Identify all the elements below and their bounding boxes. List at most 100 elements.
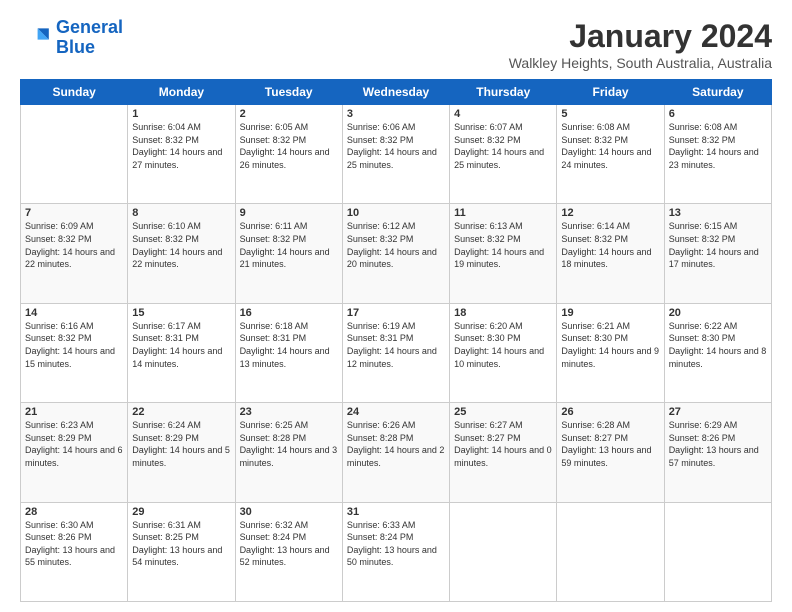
- day-number: 22: [132, 406, 230, 418]
- calendar-cell: 13Sunrise: 6:15 AMSunset: 8:32 PMDayligh…: [664, 204, 771, 303]
- day-number: 20: [669, 307, 767, 319]
- day-info: Sunrise: 6:08 AMSunset: 8:32 PMDaylight:…: [561, 121, 659, 171]
- day-number: 16: [240, 307, 338, 319]
- calendar-cell: 6Sunrise: 6:08 AMSunset: 8:32 PMDaylight…: [664, 105, 771, 204]
- day-info: Sunrise: 6:25 AMSunset: 8:28 PMDaylight:…: [240, 419, 338, 469]
- calendar-cell: 4Sunrise: 6:07 AMSunset: 8:32 PMDaylight…: [450, 105, 557, 204]
- day-info: Sunrise: 6:30 AMSunset: 8:26 PMDaylight:…: [25, 519, 123, 569]
- main-title: January 2024: [509, 18, 772, 55]
- day-info: Sunrise: 6:07 AMSunset: 8:32 PMDaylight:…: [454, 121, 552, 171]
- day-header-wednesday: Wednesday: [342, 80, 449, 105]
- calendar-cell: 23Sunrise: 6:25 AMSunset: 8:28 PMDayligh…: [235, 403, 342, 502]
- day-info: Sunrise: 6:10 AMSunset: 8:32 PMDaylight:…: [132, 220, 230, 270]
- calendar-week-3: 14Sunrise: 6:16 AMSunset: 8:32 PMDayligh…: [21, 303, 772, 402]
- day-number: 5: [561, 108, 659, 120]
- day-number: 27: [669, 406, 767, 418]
- calendar-cell: 21Sunrise: 6:23 AMSunset: 8:29 PMDayligh…: [21, 403, 128, 502]
- day-number: 28: [25, 506, 123, 518]
- calendar-header-row: SundayMondayTuesdayWednesdayThursdayFrid…: [21, 80, 772, 105]
- calendar-cell: [664, 502, 771, 601]
- calendar-week-5: 28Sunrise: 6:30 AMSunset: 8:26 PMDayligh…: [21, 502, 772, 601]
- day-number: 31: [347, 506, 445, 518]
- calendar-cell: 24Sunrise: 6:26 AMSunset: 8:28 PMDayligh…: [342, 403, 449, 502]
- day-number: 26: [561, 406, 659, 418]
- calendar-cell: [450, 502, 557, 601]
- day-number: 19: [561, 307, 659, 319]
- day-number: 14: [25, 307, 123, 319]
- day-number: 2: [240, 108, 338, 120]
- calendar-cell: 19Sunrise: 6:21 AMSunset: 8:30 PMDayligh…: [557, 303, 664, 402]
- day-info: Sunrise: 6:09 AMSunset: 8:32 PMDaylight:…: [25, 220, 123, 270]
- day-header-saturday: Saturday: [664, 80, 771, 105]
- day-number: 30: [240, 506, 338, 518]
- day-number: 8: [132, 207, 230, 219]
- day-info: Sunrise: 6:13 AMSunset: 8:32 PMDaylight:…: [454, 220, 552, 270]
- calendar-cell: 28Sunrise: 6:30 AMSunset: 8:26 PMDayligh…: [21, 502, 128, 601]
- calendar-cell: 11Sunrise: 6:13 AMSunset: 8:32 PMDayligh…: [450, 204, 557, 303]
- calendar-cell: 15Sunrise: 6:17 AMSunset: 8:31 PMDayligh…: [128, 303, 235, 402]
- day-info: Sunrise: 6:05 AMSunset: 8:32 PMDaylight:…: [240, 121, 338, 171]
- day-number: 6: [669, 108, 767, 120]
- day-header-thursday: Thursday: [450, 80, 557, 105]
- day-number: 24: [347, 406, 445, 418]
- day-info: Sunrise: 6:27 AMSunset: 8:27 PMDaylight:…: [454, 419, 552, 469]
- calendar-table: SundayMondayTuesdayWednesdayThursdayFrid…: [20, 79, 772, 602]
- day-info: Sunrise: 6:08 AMSunset: 8:32 PMDaylight:…: [669, 121, 767, 171]
- day-number: 4: [454, 108, 552, 120]
- day-info: Sunrise: 6:15 AMSunset: 8:32 PMDaylight:…: [669, 220, 767, 270]
- day-info: Sunrise: 6:04 AMSunset: 8:32 PMDaylight:…: [132, 121, 230, 171]
- day-info: Sunrise: 6:31 AMSunset: 8:25 PMDaylight:…: [132, 519, 230, 569]
- day-number: 11: [454, 207, 552, 219]
- day-info: Sunrise: 6:33 AMSunset: 8:24 PMDaylight:…: [347, 519, 445, 569]
- calendar-week-1: 1Sunrise: 6:04 AMSunset: 8:32 PMDaylight…: [21, 105, 772, 204]
- calendar-week-4: 21Sunrise: 6:23 AMSunset: 8:29 PMDayligh…: [21, 403, 772, 502]
- day-number: 10: [347, 207, 445, 219]
- calendar-cell: 18Sunrise: 6:20 AMSunset: 8:30 PMDayligh…: [450, 303, 557, 402]
- day-info: Sunrise: 6:20 AMSunset: 8:30 PMDaylight:…: [454, 320, 552, 370]
- day-number: 17: [347, 307, 445, 319]
- day-info: Sunrise: 6:26 AMSunset: 8:28 PMDaylight:…: [347, 419, 445, 469]
- calendar-cell: 12Sunrise: 6:14 AMSunset: 8:32 PMDayligh…: [557, 204, 664, 303]
- day-info: Sunrise: 6:12 AMSunset: 8:32 PMDaylight:…: [347, 220, 445, 270]
- calendar-cell: 17Sunrise: 6:19 AMSunset: 8:31 PMDayligh…: [342, 303, 449, 402]
- day-number: 25: [454, 406, 552, 418]
- calendar-cell: 9Sunrise: 6:11 AMSunset: 8:32 PMDaylight…: [235, 204, 342, 303]
- day-info: Sunrise: 6:21 AMSunset: 8:30 PMDaylight:…: [561, 320, 659, 370]
- calendar-cell: 30Sunrise: 6:32 AMSunset: 8:24 PMDayligh…: [235, 502, 342, 601]
- day-number: 1: [132, 108, 230, 120]
- day-number: 15: [132, 307, 230, 319]
- calendar-cell: 7Sunrise: 6:09 AMSunset: 8:32 PMDaylight…: [21, 204, 128, 303]
- day-number: 18: [454, 307, 552, 319]
- day-header-tuesday: Tuesday: [235, 80, 342, 105]
- day-number: 3: [347, 108, 445, 120]
- day-info: Sunrise: 6:23 AMSunset: 8:29 PMDaylight:…: [25, 419, 123, 469]
- day-header-sunday: Sunday: [21, 80, 128, 105]
- calendar-cell: 25Sunrise: 6:27 AMSunset: 8:27 PMDayligh…: [450, 403, 557, 502]
- day-info: Sunrise: 6:32 AMSunset: 8:24 PMDaylight:…: [240, 519, 338, 569]
- day-info: Sunrise: 6:17 AMSunset: 8:31 PMDaylight:…: [132, 320, 230, 370]
- day-header-monday: Monday: [128, 80, 235, 105]
- calendar-cell: 14Sunrise: 6:16 AMSunset: 8:32 PMDayligh…: [21, 303, 128, 402]
- day-number: 21: [25, 406, 123, 418]
- day-number: 29: [132, 506, 230, 518]
- calendar-week-2: 7Sunrise: 6:09 AMSunset: 8:32 PMDaylight…: [21, 204, 772, 303]
- day-info: Sunrise: 6:06 AMSunset: 8:32 PMDaylight:…: [347, 121, 445, 171]
- calendar-cell: [557, 502, 664, 601]
- day-info: Sunrise: 6:11 AMSunset: 8:32 PMDaylight:…: [240, 220, 338, 270]
- day-info: Sunrise: 6:19 AMSunset: 8:31 PMDaylight:…: [347, 320, 445, 370]
- day-number: 9: [240, 207, 338, 219]
- calendar-cell: 20Sunrise: 6:22 AMSunset: 8:30 PMDayligh…: [664, 303, 771, 402]
- logo-icon: [20, 22, 52, 54]
- header: General Blue January 2024 Walkley Height…: [20, 18, 772, 71]
- day-number: 7: [25, 207, 123, 219]
- calendar-cell: 5Sunrise: 6:08 AMSunset: 8:32 PMDaylight…: [557, 105, 664, 204]
- calendar-cell: 2Sunrise: 6:05 AMSunset: 8:32 PMDaylight…: [235, 105, 342, 204]
- calendar-cell: 16Sunrise: 6:18 AMSunset: 8:31 PMDayligh…: [235, 303, 342, 402]
- page: General Blue January 2024 Walkley Height…: [0, 0, 792, 612]
- title-block: January 2024 Walkley Heights, South Aust…: [509, 18, 772, 71]
- day-header-friday: Friday: [557, 80, 664, 105]
- logo-text: General Blue: [56, 18, 123, 58]
- calendar-cell: 22Sunrise: 6:24 AMSunset: 8:29 PMDayligh…: [128, 403, 235, 502]
- day-number: 23: [240, 406, 338, 418]
- calendar-cell: 29Sunrise: 6:31 AMSunset: 8:25 PMDayligh…: [128, 502, 235, 601]
